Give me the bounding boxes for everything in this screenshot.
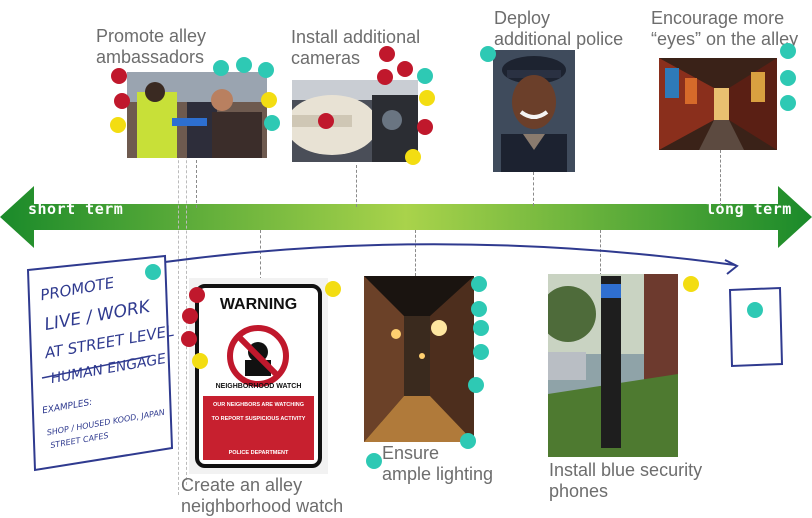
vote-dot-teal <box>473 320 489 336</box>
vote-dot-red <box>189 287 205 303</box>
vote-dot-red <box>181 331 197 347</box>
vote-dot-teal <box>417 68 433 84</box>
vote-dot-teal <box>468 377 484 393</box>
vote-dot-teal <box>780 95 796 111</box>
vote-dot-yellow <box>110 117 126 133</box>
vote-dot-yellow <box>261 92 277 108</box>
vote-dot-red <box>379 46 395 62</box>
vote-dot-teal <box>780 70 796 86</box>
vote-dot-yellow <box>419 90 435 106</box>
vote-dot-yellow <box>405 149 421 165</box>
vote-dot-red <box>397 61 413 77</box>
vote-dot-teal <box>236 57 252 73</box>
vote-dot-yellow <box>192 353 208 369</box>
vote-dot-yellow <box>325 281 341 297</box>
vote-dot-teal <box>145 264 161 280</box>
vote-dot-teal <box>747 302 763 318</box>
vote-dot-red <box>111 68 127 84</box>
vote-dot-red <box>318 113 334 129</box>
vote-dot-teal <box>471 301 487 317</box>
vote-dot-red <box>417 119 433 135</box>
vote-dot-yellow <box>683 276 699 292</box>
vote-dot-teal <box>460 433 476 449</box>
vote-dot-red <box>114 93 130 109</box>
vote-dot-teal <box>480 46 496 62</box>
vote-dot-teal <box>213 60 229 76</box>
vote-dot-teal <box>258 62 274 78</box>
vote-dot-red <box>182 308 198 324</box>
vote-dot-teal <box>780 43 796 59</box>
vote-dot-red <box>377 69 393 85</box>
vote-dot-teal <box>473 344 489 360</box>
vote-dot-teal <box>471 276 487 292</box>
vote-dot-teal <box>264 115 280 131</box>
vote-dot-teal <box>366 453 382 469</box>
